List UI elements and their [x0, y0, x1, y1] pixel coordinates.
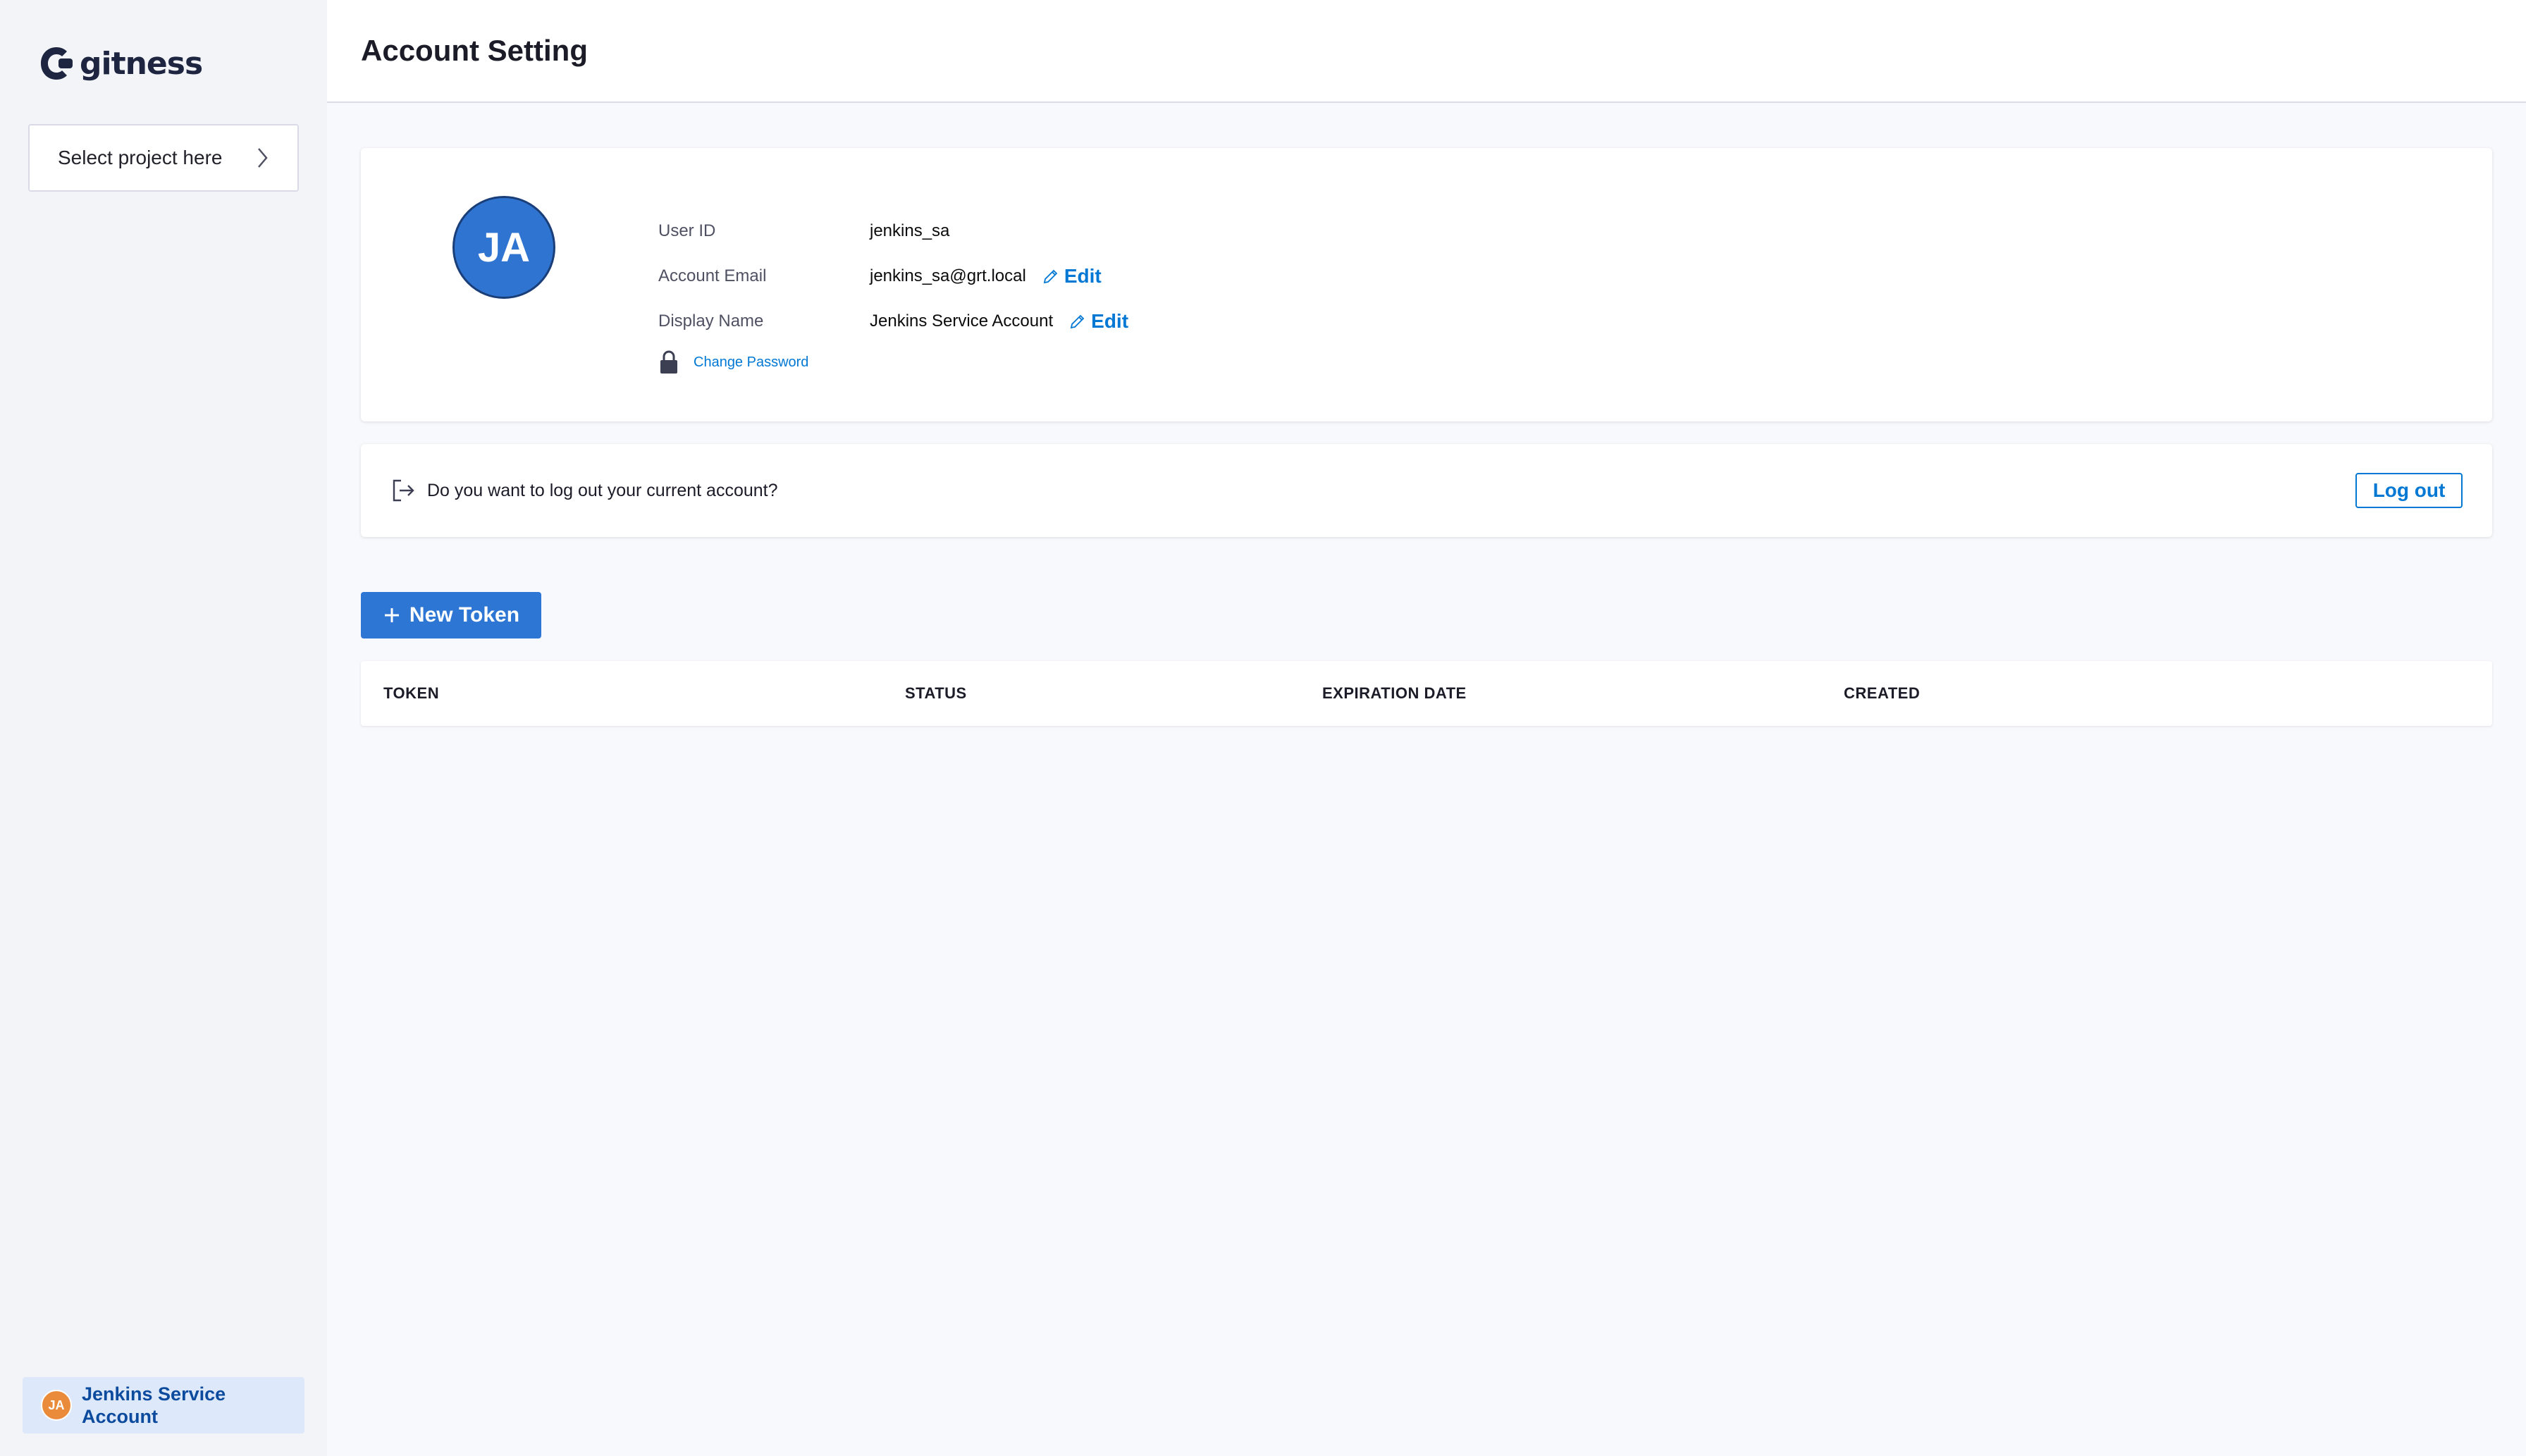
tokens-table-header: TOKEN STATUS EXPIRATION DATE CREATED [361, 661, 2492, 726]
project-selector[interactable]: Select project here [28, 124, 299, 192]
logout-card: Do you want to log out your current acco… [361, 444, 2492, 537]
account-email-row: Account Email jenkins_sa@grt.local Edit [658, 262, 1102, 290]
pencil-icon [1070, 314, 1085, 329]
project-selector-label: Select project here [58, 147, 223, 168]
display-name-label: Display Name [658, 311, 764, 331]
plus-icon [384, 608, 399, 622]
user-id-label: User ID [658, 221, 716, 240]
avatar: JA [41, 1390, 72, 1421]
new-token-button[interactable]: New Token [361, 592, 541, 638]
logout-icon [393, 479, 414, 502]
brand-logo[interactable]: gitness [37, 44, 203, 83]
column-header-status[interactable]: STATUS [905, 684, 967, 703]
brand-name: gitness [80, 45, 203, 82]
profile-avatar: JA [452, 196, 555, 299]
logout-prompt: Do you want to log out your current acco… [427, 480, 778, 500]
display-name-value: Jenkins Service Account [870, 311, 1054, 331]
sidebar: gitness Select project here JA Jenkins S… [0, 0, 327, 1456]
change-password-label: Change Password [694, 354, 809, 370]
new-token-label: New Token [409, 603, 520, 627]
account-email-label: Account Email [658, 266, 767, 285]
edit-email-button[interactable]: Edit [1042, 265, 1102, 288]
page-title: Account Setting [361, 34, 588, 67]
current-user-menu[interactable]: JA Jenkins Service Account [23, 1377, 304, 1433]
column-header-created[interactable]: CREATED [1844, 684, 1920, 703]
chevron-right-icon [258, 148, 268, 168]
edit-display-name-button[interactable]: Edit [1068, 310, 1128, 333]
edit-email-label: Edit [1064, 265, 1102, 287]
app-root: gitness Select project here JA Jenkins S… [0, 0, 2526, 1456]
main-content: Account Setting JA User ID jenkins_sa Ac… [327, 0, 2526, 1456]
change-password-link[interactable]: Change Password [658, 350, 808, 375]
user-id-value: jenkins_sa [870, 221, 950, 240]
display-name-row: Display Name Jenkins Service Account Edi… [658, 307, 1128, 335]
column-header-token[interactable]: TOKEN [383, 684, 439, 703]
pencil-icon [1043, 269, 1058, 284]
profile-card: JA User ID jenkins_sa Account Email jenk… [361, 148, 2492, 421]
logout-button[interactable]: Log out [2355, 473, 2463, 508]
gitness-logo-icon [41, 47, 73, 80]
user-id-row: User ID jenkins_sa [658, 217, 949, 245]
edit-display-name-label: Edit [1091, 310, 1129, 332]
column-header-expiration-date[interactable]: EXPIRATION DATE [1322, 684, 1467, 703]
lock-icon [660, 350, 677, 374]
page-header: Account Setting [327, 0, 2526, 103]
account-email-value: jenkins_sa@grt.local [870, 266, 1026, 285]
current-user-name: Jenkins Service Account [82, 1383, 226, 1427]
